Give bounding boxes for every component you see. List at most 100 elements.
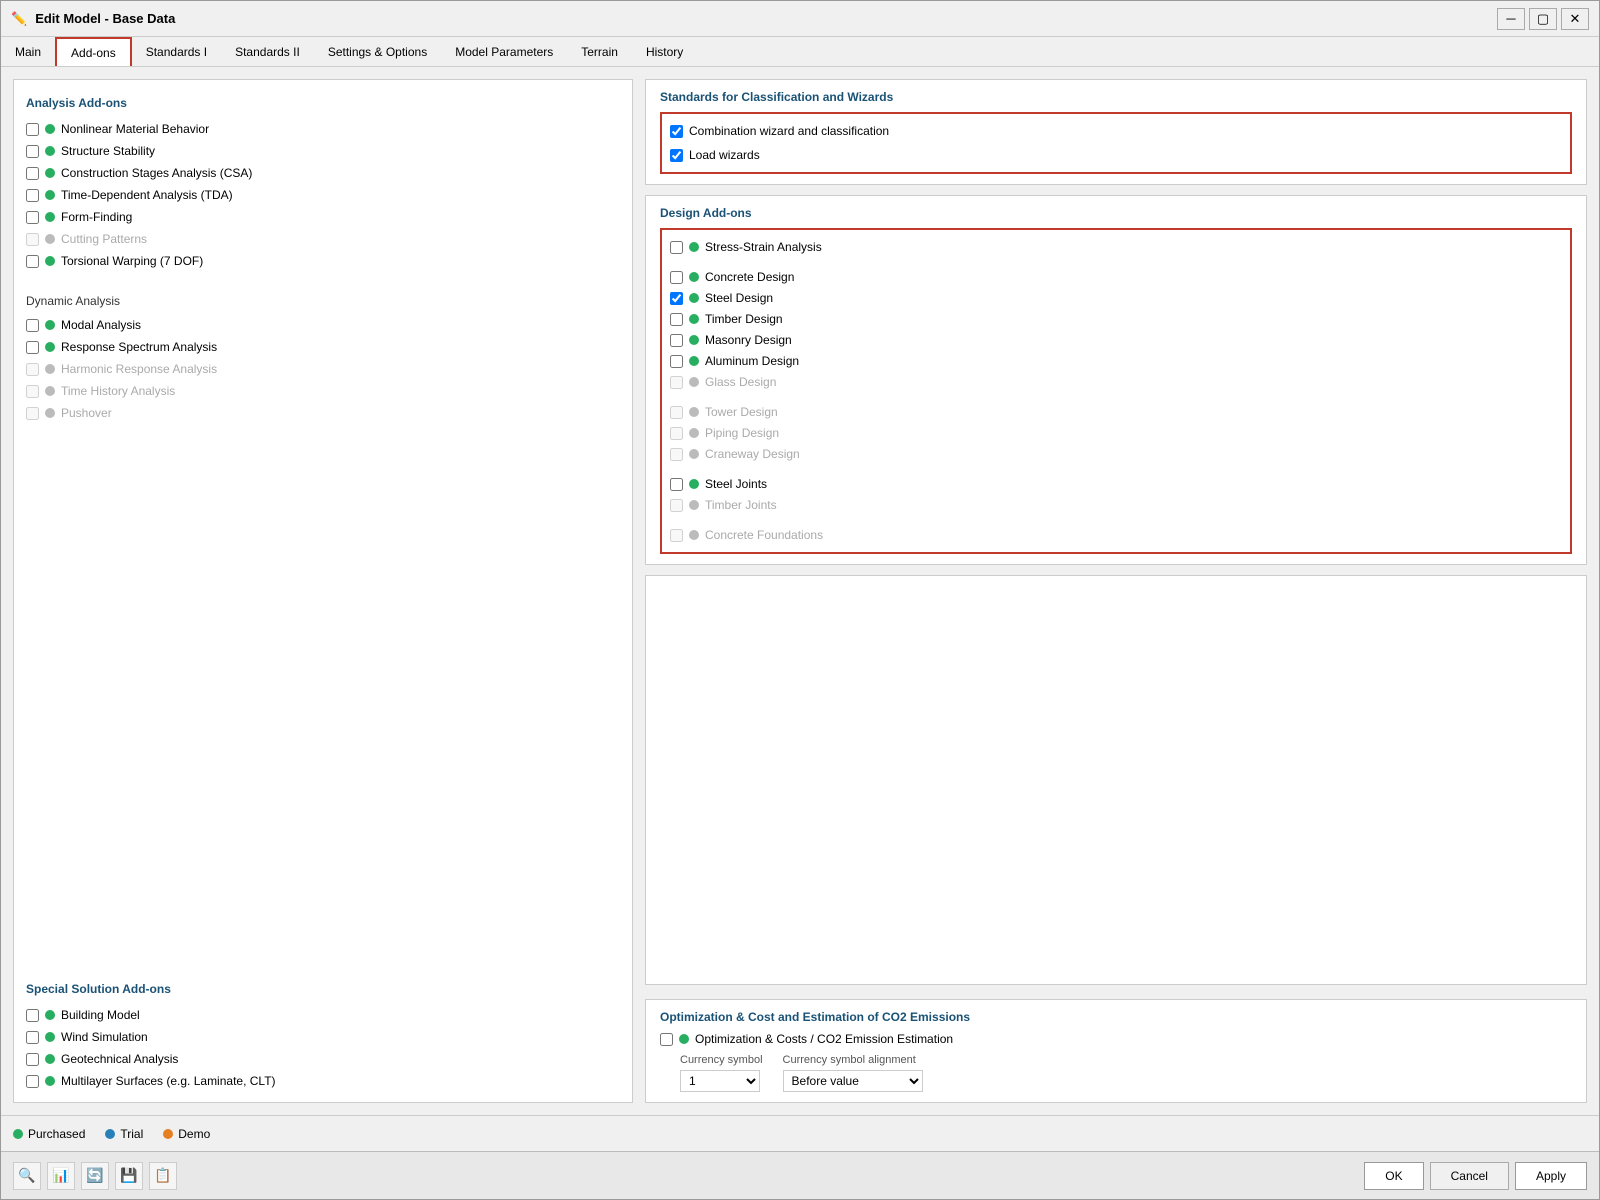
addon-pushover-checkbox <box>26 407 39 420</box>
right-spacer <box>645 575 1587 985</box>
design-timber-checkbox[interactable] <box>670 313 683 326</box>
dot-green <box>45 146 55 156</box>
demo-dot <box>163 1129 173 1139</box>
dot-green <box>45 1076 55 1086</box>
window-icon: ✏️ <box>11 11 27 27</box>
addon-torsional-checkbox[interactable] <box>26 255 39 268</box>
addon-harmonic: Harmonic Response Analysis <box>26 360 620 378</box>
legend-purchased: Purchased <box>13 1127 85 1141</box>
addon-wind-checkbox[interactable] <box>26 1031 39 1044</box>
tab-history[interactable]: History <box>632 37 697 66</box>
tab-main[interactable]: Main <box>1 37 55 66</box>
tab-standards1[interactable]: Standards I <box>132 37 221 66</box>
tab-terrain[interactable]: Terrain <box>567 37 632 66</box>
design-glass: Glass Design <box>670 373 1562 391</box>
addon-multilayer-checkbox[interactable] <box>26 1075 39 1088</box>
dot-gray <box>689 449 699 459</box>
design-steel-checkbox[interactable] <box>670 292 683 305</box>
tab-bar: Main Add-ons Standards I Standards II Se… <box>1 37 1599 67</box>
addon-cutting: Cutting Patterns <box>26 230 620 248</box>
title-bar-left: ✏️ Edit Model - Base Data <box>11 11 175 27</box>
dot-gray <box>689 500 699 510</box>
legend-demo: Demo <box>163 1127 210 1141</box>
design-inner: Stress-Strain Analysis Concrete Design S… <box>660 228 1572 554</box>
addon-nonlinear-checkbox[interactable] <box>26 123 39 136</box>
tab-standards2[interactable]: Standards II <box>221 37 314 66</box>
bottom-buttons: OK Cancel Apply <box>1364 1162 1587 1190</box>
currency-alignment-group: Currency symbol alignment Before value <box>783 1054 923 1092</box>
currency-alignment-select[interactable]: Before value <box>783 1070 923 1092</box>
dot-green <box>689 314 699 324</box>
design-concrete-found-checkbox <box>670 529 683 542</box>
cancel-button[interactable]: Cancel <box>1430 1162 1509 1190</box>
maximize-button[interactable]: ▢ <box>1529 8 1557 30</box>
dot-green <box>45 168 55 178</box>
optimization-checkbox[interactable] <box>660 1033 673 1046</box>
addon-building: Building Model <box>26 1006 620 1024</box>
design-timber-joints-checkbox <box>670 499 683 512</box>
dot-gray <box>45 364 55 374</box>
dot-green <box>45 256 55 266</box>
design-stress-checkbox[interactable] <box>670 241 683 254</box>
design-steel: Steel Design <box>670 289 1562 307</box>
design-title: Design Add-ons <box>660 206 1572 220</box>
trial-label: Trial <box>120 1127 143 1141</box>
addon-csa: Construction Stages Analysis (CSA) <box>26 164 620 182</box>
addon-modal: Modal Analysis <box>26 316 620 334</box>
dot-green <box>689 356 699 366</box>
design-timber-joints: Timber Joints <box>670 496 1562 514</box>
addon-timehistory: Time History Analysis <box>26 382 620 400</box>
dot-gray <box>689 428 699 438</box>
addon-formfinding-checkbox[interactable] <box>26 211 39 224</box>
addon-stability-checkbox[interactable] <box>26 145 39 158</box>
dot-green <box>45 1032 55 1042</box>
currency-alignment-label: Currency symbol alignment <box>783 1054 923 1066</box>
dot-green <box>45 1010 55 1020</box>
standards-combination-checkbox[interactable] <box>670 125 683 138</box>
special-section-title: Special Solution Add-ons <box>26 982 620 996</box>
toolbar-icon-2[interactable]: 📊 <box>47 1162 75 1190</box>
analysis-section-title: Analysis Add-ons <box>26 96 620 110</box>
title-bar: ✏️ Edit Model - Base Data ─ ▢ ✕ <box>1 1 1599 37</box>
addon-timehistory-checkbox <box>26 385 39 398</box>
standards-combination: Combination wizard and classification <box>670 122 1562 140</box>
toolbar-icon-4[interactable]: 💾 <box>115 1162 143 1190</box>
standards-load-wizards-checkbox[interactable] <box>670 149 683 162</box>
toolbar-icon-5[interactable]: 📋 <box>149 1162 177 1190</box>
apply-button[interactable]: Apply <box>1515 1162 1587 1190</box>
design-craneway: Craneway Design <box>670 445 1562 463</box>
addon-csa-checkbox[interactable] <box>26 167 39 180</box>
addon-modal-checkbox[interactable] <box>26 319 39 332</box>
tab-addons[interactable]: Add-ons <box>55 37 132 66</box>
addon-response-checkbox[interactable] <box>26 341 39 354</box>
close-button[interactable]: ✕ <box>1561 8 1589 30</box>
design-concrete: Concrete Design <box>670 268 1562 286</box>
dot-gray <box>689 407 699 417</box>
ok-button[interactable]: OK <box>1364 1162 1423 1190</box>
standards-inner: Combination wizard and classification Lo… <box>660 112 1572 174</box>
tab-model-params[interactable]: Model Parameters <box>441 37 567 66</box>
addon-building-checkbox[interactable] <box>26 1009 39 1022</box>
addon-wind: Wind Simulation <box>26 1028 620 1046</box>
bottom-bar: 🔍 📊 🔄 💾 📋 OK Cancel Apply <box>1 1151 1599 1199</box>
dot-green <box>689 242 699 252</box>
tab-settings[interactable]: Settings & Options <box>314 37 441 66</box>
optimization-box: Optimization & Cost and Estimation of CO… <box>645 999 1587 1103</box>
dot-green <box>45 190 55 200</box>
toolbar-icon-3[interactable]: 🔄 <box>81 1162 109 1190</box>
dot-gray <box>689 377 699 387</box>
addon-geotechnical: Geotechnical Analysis <box>26 1050 620 1068</box>
optimization-title: Optimization & Cost and Estimation of CO… <box>660 1010 1572 1024</box>
addon-tda-checkbox[interactable] <box>26 189 39 202</box>
design-aluminum-checkbox[interactable] <box>670 355 683 368</box>
toolbar-icon-1[interactable]: 🔍 <box>13 1162 41 1190</box>
dot-green <box>45 124 55 134</box>
minimize-button[interactable]: ─ <box>1497 8 1525 30</box>
design-steel-joints-checkbox[interactable] <box>670 478 683 491</box>
design-masonry-checkbox[interactable] <box>670 334 683 347</box>
title-bar-controls: ─ ▢ ✕ <box>1497 8 1589 30</box>
design-concrete-checkbox[interactable] <box>670 271 683 284</box>
dot-green <box>689 479 699 489</box>
currency-symbol-select[interactable]: 1 <box>680 1070 760 1092</box>
addon-geotechnical-checkbox[interactable] <box>26 1053 39 1066</box>
